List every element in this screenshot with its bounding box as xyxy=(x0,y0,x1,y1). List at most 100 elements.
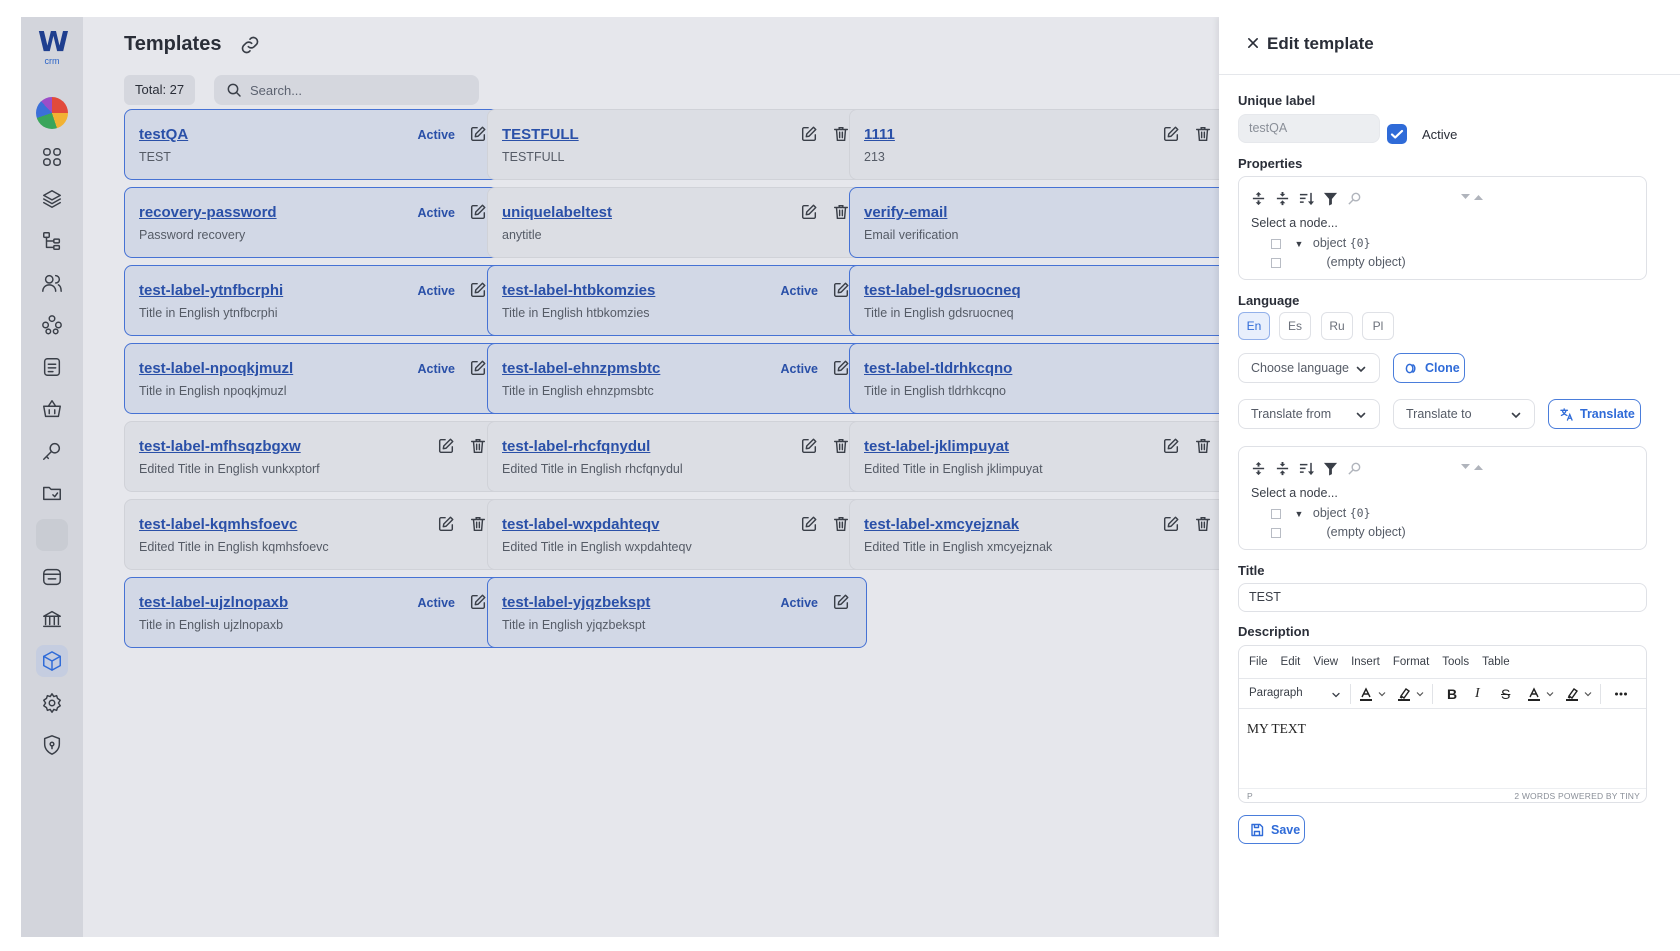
template-card[interactable]: testQA TEST Active xyxy=(124,109,504,180)
sort-icon[interactable] xyxy=(1299,191,1314,206)
bold-icon[interactable]: B xyxy=(1447,686,1457,702)
properties-json-editor[interactable]: Select a node... ▼ object {0} (empty obj… xyxy=(1238,176,1647,280)
template-name-link[interactable]: test-label-ujzlnopaxb xyxy=(139,594,288,611)
json-row-checkbox[interactable] xyxy=(1271,257,1281,268)
close-icon[interactable] xyxy=(1243,33,1263,53)
chevron-down-icon[interactable] xyxy=(1377,687,1387,701)
edit-icon[interactable] xyxy=(469,125,487,143)
translate-button[interactable]: Translate xyxy=(1548,399,1641,429)
filter-icon[interactable] xyxy=(1323,461,1338,476)
active-checkbox[interactable] xyxy=(1387,124,1407,144)
text-color-icon[interactable] xyxy=(1359,687,1373,701)
more-icon[interactable] xyxy=(1614,687,1628,701)
json-row-checkbox[interactable] xyxy=(1271,527,1281,538)
json-tree-row[interactable]: (empty object) xyxy=(1271,255,1406,269)
highlight-icon[interactable] xyxy=(1565,687,1579,701)
edit-icon[interactable] xyxy=(800,515,818,533)
menu-tools[interactable]: Tools xyxy=(1442,656,1469,668)
sidebar-item-hierarchy[interactable] xyxy=(36,225,68,257)
italic-icon[interactable]: I xyxy=(1475,686,1480,702)
menu-format[interactable]: Format xyxy=(1393,656,1429,668)
translate-from-dropdown[interactable]: Translate from xyxy=(1238,399,1380,429)
template-name-link[interactable]: uniquelabeltest xyxy=(502,204,612,221)
expand-triangle-icon[interactable]: ▼ xyxy=(1294,509,1303,519)
link-icon[interactable] xyxy=(240,35,260,55)
workspace-avatar[interactable] xyxy=(36,97,68,129)
edit-icon[interactable] xyxy=(800,437,818,455)
template-card[interactable]: test-label-kqmhsfoevc Edited Title in Eng… xyxy=(124,499,504,570)
translate-to-dropdown[interactable]: Translate to xyxy=(1393,399,1535,429)
json-search-icon[interactable] xyxy=(1347,461,1362,476)
sidebar-item-users[interactable] xyxy=(36,267,68,299)
json-row-checkbox[interactable] xyxy=(1271,238,1281,249)
trash-icon[interactable] xyxy=(832,203,850,221)
template-name-link[interactable]: recovery-password xyxy=(139,204,277,221)
brand-logo[interactable]: W crm xyxy=(31,27,73,67)
chevron-down-icon[interactable] xyxy=(1545,687,1555,701)
template-name-link[interactable]: TESTFULL xyxy=(502,126,579,143)
sidebar-item-layers[interactable] xyxy=(36,183,68,215)
trash-icon[interactable] xyxy=(1194,515,1212,533)
template-name-link[interactable]: test-label-tldrhkcqno xyxy=(864,360,1012,377)
trash-icon[interactable] xyxy=(832,437,850,455)
collapse-all-icon[interactable] xyxy=(1275,191,1290,206)
template-name-link[interactable]: test-label-xmcyejznak xyxy=(864,516,1019,533)
sidebar-item-folder[interactable] xyxy=(36,477,68,509)
highlight-icon[interactable] xyxy=(1397,687,1411,701)
template-name-link[interactable]: test-label-gdsruocneq xyxy=(864,282,1021,299)
translation-json-editor[interactable]: Select a node... ▼ object {0} (empty obj… xyxy=(1238,446,1647,550)
strikethrough-icon[interactable]: S xyxy=(1501,686,1510,702)
template-name-link[interactable]: test-label-rhcfqnydul xyxy=(502,438,650,455)
sidebar-item-device[interactable] xyxy=(36,561,68,593)
expand-triangle-icon[interactable]: ▼ xyxy=(1294,239,1303,249)
menu-file[interactable]: File xyxy=(1249,656,1268,668)
template-card[interactable]: test-label-yjqzbekspt Title in English yj… xyxy=(487,577,867,648)
search-box[interactable] xyxy=(214,75,479,105)
sidebar-item-notes[interactable] xyxy=(36,351,68,383)
expand-all-icon[interactable] xyxy=(1251,191,1266,206)
template-card[interactable]: test-label-tldrhkcqno Title in English tl… xyxy=(849,343,1229,414)
json-tree-row[interactable]: ▼ object {0} xyxy=(1271,506,1371,520)
template-name-link[interactable]: test-label-htbkomzies xyxy=(502,282,655,299)
template-card[interactable]: test-label-mfhsqzbgxw Edited Title in Eng… xyxy=(124,421,504,492)
sidebar-item-settings[interactable] xyxy=(36,687,68,719)
filter-icon[interactable] xyxy=(1323,191,1338,206)
search-input[interactable] xyxy=(250,75,470,105)
template-card[interactable]: TESTFULL TESTFULL xyxy=(487,109,867,180)
edit-icon[interactable] xyxy=(469,203,487,221)
template-card[interactable]: verify-email Email verification xyxy=(849,187,1229,258)
template-card[interactable]: test-label-htbkomzies Title in English ht… xyxy=(487,265,867,336)
template-name-link[interactable]: verify-email xyxy=(864,204,947,221)
edit-icon[interactable] xyxy=(469,359,487,377)
sidebar-item-templates-cube[interactable] xyxy=(36,645,68,677)
sidebar-item-shield[interactable] xyxy=(36,729,68,761)
json-tree-row[interactable]: ▼ object {0} xyxy=(1271,236,1371,250)
menu-view[interactable]: View xyxy=(1313,656,1338,668)
template-name-link[interactable]: test-label-jklimpuyat xyxy=(864,438,1009,455)
template-name-link[interactable]: test-label-npoqkjmuzl xyxy=(139,360,293,377)
template-card[interactable]: recovery-password Password recovery Active xyxy=(124,187,504,258)
edit-icon[interactable] xyxy=(469,281,487,299)
chevron-down-icon[interactable] xyxy=(1583,687,1593,701)
sort-arrows-icon[interactable] xyxy=(1459,190,1485,204)
menu-edit[interactable]: Edit xyxy=(1281,656,1301,668)
template-card[interactable]: test-label-jklimpuyat Edited Title in Eng… xyxy=(849,421,1229,492)
edit-icon[interactable] xyxy=(832,359,850,377)
edit-icon[interactable] xyxy=(832,281,850,299)
title-input[interactable]: TEST xyxy=(1238,583,1647,612)
sidebar-item-key[interactable] xyxy=(36,435,68,467)
sidebar-item-blank[interactable] xyxy=(36,519,68,551)
template-card[interactable]: test-label-xmcyejznak Edited Title in Eng… xyxy=(849,499,1229,570)
sort-icon[interactable] xyxy=(1299,461,1314,476)
choose-language-dropdown[interactable]: Choose language xyxy=(1238,353,1380,383)
json-row-checkbox[interactable] xyxy=(1271,508,1281,519)
trash-icon[interactable] xyxy=(1194,125,1212,143)
trash-icon[interactable] xyxy=(832,515,850,533)
language-tab-ru[interactable]: Ru xyxy=(1321,312,1353,340)
json-search-icon[interactable] xyxy=(1347,191,1362,206)
edit-icon[interactable] xyxy=(800,125,818,143)
sort-arrows-icon[interactable] xyxy=(1459,460,1485,474)
template-card[interactable]: 1111 213 xyxy=(849,109,1229,180)
edit-icon[interactable] xyxy=(437,515,455,533)
expand-all-icon[interactable] xyxy=(1251,461,1266,476)
